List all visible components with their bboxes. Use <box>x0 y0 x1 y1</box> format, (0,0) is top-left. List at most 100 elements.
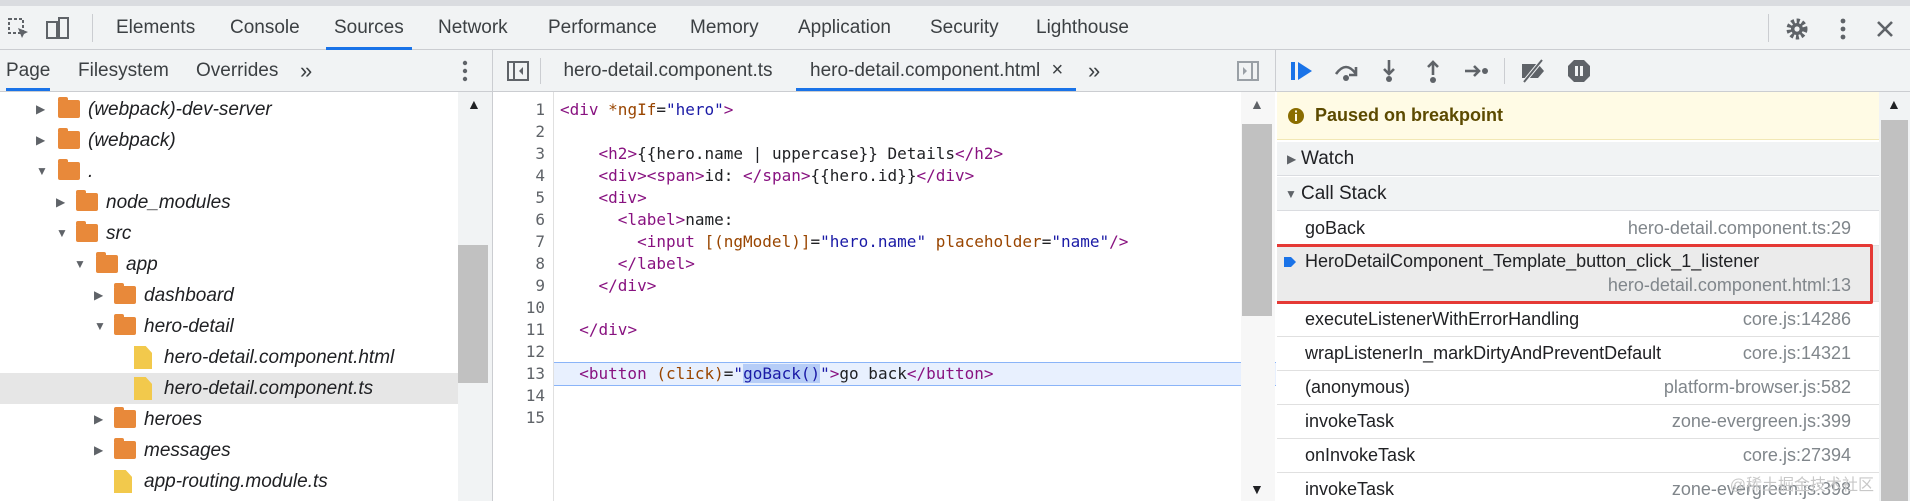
tab-memory[interactable]: Memory <box>682 6 767 50</box>
line-number[interactable]: 3 <box>505 144 545 163</box>
expand-triangle-icon[interactable]: ▶ <box>94 435 103 466</box>
call-stack-section-header[interactable]: ▼ Call Stack <box>1277 177 1879 211</box>
line-number[interactable]: 6 <box>505 210 545 229</box>
toggle-debugger-icon[interactable] <box>1236 60 1260 82</box>
scroll-down-arrow-icon[interactable]: ▼ <box>1250 481 1264 497</box>
call-frame[interactable]: executeListenerWithErrorHandling core.js… <box>1277 303 1879 337</box>
close-devtools-icon[interactable] <box>1872 16 1898 42</box>
expand-triangle-icon[interactable]: ▶ <box>94 280 103 311</box>
call-frame-location[interactable]: core.js:27394 <box>1743 445 1851 466</box>
resume-icon[interactable] <box>1288 58 1316 84</box>
code-line-8[interactable]: </label> <box>560 254 695 273</box>
step-over-icon[interactable] <box>1332 58 1360 84</box>
tab-performance[interactable]: Performance <box>540 6 665 50</box>
navigator-menu-icon[interactable] <box>455 59 475 83</box>
tree-item-hero-detail[interactable]: ▼ hero-detail <box>0 311 458 342</box>
code-line-3[interactable]: <h2>{{hero.name | uppercase}} Details</h… <box>560 144 1004 163</box>
tab-overrides[interactable]: Overrides <box>196 50 278 91</box>
line-number[interactable]: 1 <box>505 100 545 119</box>
code-line-9[interactable]: </div> <box>560 276 657 295</box>
call-frame-location[interactable]: hero-detail.component.ts:29 <box>1628 218 1851 239</box>
code-editor[interactable]: 1 2 3 4 5 6 7 8 9 10 11 12 13 14 15 <div… <box>494 92 1276 501</box>
call-frame[interactable]: (anonymous) platform-browser.js:582 <box>1277 371 1879 405</box>
tree-item-webpack[interactable]: ▶ (webpack) <box>0 125 458 156</box>
call-frame-location[interactable]: core.js:14321 <box>1743 343 1851 364</box>
tab-security[interactable]: Security <box>922 6 1007 50</box>
tree-item-app-routing[interactable]: app-routing.module.ts <box>0 466 458 497</box>
call-frame-location[interactable]: platform-browser.js:582 <box>1664 377 1851 398</box>
call-frame-location[interactable]: zone-evergreen.js:399 <box>1672 411 1851 432</box>
inspect-element-icon[interactable] <box>6 16 32 42</box>
tab-elements[interactable]: Elements <box>108 6 203 50</box>
line-number-breakpoint[interactable]: 13 <box>505 364 545 383</box>
scroll-up-arrow-icon[interactable]: ▲ <box>467 96 481 112</box>
line-number[interactable]: 5 <box>505 188 545 207</box>
step-into-icon[interactable] <box>1376 58 1402 84</box>
close-tab-icon[interactable]: × <box>1052 59 1064 81</box>
step-icon[interactable] <box>1462 58 1490 84</box>
tree-item-webpack-dev-server[interactable]: ▶ (webpack)-dev-server <box>0 94 458 125</box>
code-line-11[interactable]: </div> <box>560 320 637 339</box>
line-number[interactable]: 14 <box>505 386 545 405</box>
expand-triangle-icon[interactable]: ▶ <box>36 125 45 156</box>
code-line-5[interactable]: <div> <box>560 188 647 207</box>
tab-page[interactable]: Page <box>6 50 51 91</box>
call-frame[interactable]: goBack hero-detail.component.ts:29 <box>1277 212 1879 246</box>
collapse-triangle-icon[interactable]: ▼ <box>56 218 68 249</box>
deactivate-breakpoints-icon[interactable] <box>1518 58 1548 84</box>
line-number[interactable]: 11 <box>505 320 545 339</box>
tree-item-node-modules[interactable]: ▶ node_modules <box>0 187 458 218</box>
editor-scroll-thumb[interactable] <box>1242 124 1272 316</box>
collapse-triangle-icon[interactable]: ▼ <box>1285 177 1297 211</box>
call-frame[interactable]: wrapListenerIn_markDirtyAndPreventDefaul… <box>1277 337 1879 371</box>
line-number[interactable]: 8 <box>505 254 545 273</box>
tree-item-dashboard[interactable]: ▶ dashboard <box>0 280 458 311</box>
settings-gear-icon[interactable] <box>1784 16 1810 42</box>
navigator-scroll-thumb[interactable] <box>458 245 488 383</box>
tab-lighthouse[interactable]: Lighthouse <box>1028 6 1137 50</box>
collapse-triangle-icon[interactable]: ▼ <box>74 249 86 280</box>
code-line-4[interactable]: <div><span>id: </span>{{hero.id}}</div> <box>560 166 975 185</box>
tree-item-heroes[interactable]: ▶ heroes <box>0 404 458 435</box>
line-number-gutter[interactable]: 1 2 3 4 5 6 7 8 9 10 11 12 13 14 15 <box>494 92 554 501</box>
pause-on-exceptions-icon[interactable] <box>1566 58 1592 84</box>
tab-console[interactable]: Console <box>222 6 308 50</box>
tree-item-src[interactable]: ▼ src <box>0 218 458 249</box>
expand-triangle-icon[interactable]: ▶ <box>94 404 103 435</box>
more-tabs-chevron-icon[interactable]: » <box>300 50 312 91</box>
line-number[interactable]: 15 <box>505 408 545 427</box>
scroll-up-arrow-icon[interactable]: ▲ <box>1250 96 1264 112</box>
line-number[interactable]: 9 <box>505 276 545 295</box>
step-out-icon[interactable] <box>1420 58 1446 84</box>
code-line-7[interactable]: <input [(ngModel)]="hero.name" placehold… <box>560 232 1128 251</box>
tree-item-root[interactable]: ▼ . <box>0 156 458 187</box>
tree-item-messages[interactable]: ▶ messages <box>0 435 458 466</box>
call-frame-location[interactable]: core.js:14286 <box>1743 309 1851 330</box>
line-number[interactable]: 4 <box>505 166 545 185</box>
editor-tab-html-file[interactable]: hero-detail.component.html × <box>796 50 1076 91</box>
expand-triangle-icon[interactable]: ▶ <box>36 94 45 125</box>
expand-triangle-icon[interactable]: ▶ <box>1287 142 1296 176</box>
scroll-up-arrow-icon[interactable]: ▲ <box>1887 96 1901 112</box>
collapse-triangle-icon[interactable]: ▼ <box>94 311 106 342</box>
device-toolbar-icon[interactable] <box>44 16 70 42</box>
call-frame[interactable]: invokeTask zone-evergreen.js:399 <box>1277 405 1879 439</box>
code-line-13[interactable]: <button (click)="goBack()">go back</butt… <box>560 364 994 383</box>
more-options-icon[interactable] <box>1830 16 1856 42</box>
line-number[interactable]: 10 <box>505 298 545 317</box>
line-number[interactable]: 7 <box>505 232 545 251</box>
tree-item-hero-detail-html[interactable]: hero-detail.component.html <box>0 342 458 373</box>
tab-filesystem[interactable]: Filesystem <box>78 50 169 91</box>
debugger-scroll-thumb[interactable] <box>1881 120 1908 501</box>
tree-item-hero-detail-ts[interactable]: hero-detail.component.ts <box>0 373 458 404</box>
line-number[interactable]: 12 <box>505 342 545 361</box>
more-editor-tabs-chevron-icon[interactable]: » <box>1088 50 1100 91</box>
toggle-navigator-icon[interactable] <box>506 60 530 82</box>
expand-triangle-icon[interactable]: ▶ <box>56 187 65 218</box>
tree-item-app[interactable]: ▼ app <box>0 249 458 280</box>
collapse-triangle-icon[interactable]: ▼ <box>36 156 48 187</box>
tab-network[interactable]: Network <box>430 6 516 50</box>
code-line-6[interactable]: <label>name: <box>560 210 734 229</box>
call-frame[interactable]: onInvokeTask core.js:27394 <box>1277 439 1879 473</box>
tab-sources[interactable]: Sources <box>326 6 412 50</box>
